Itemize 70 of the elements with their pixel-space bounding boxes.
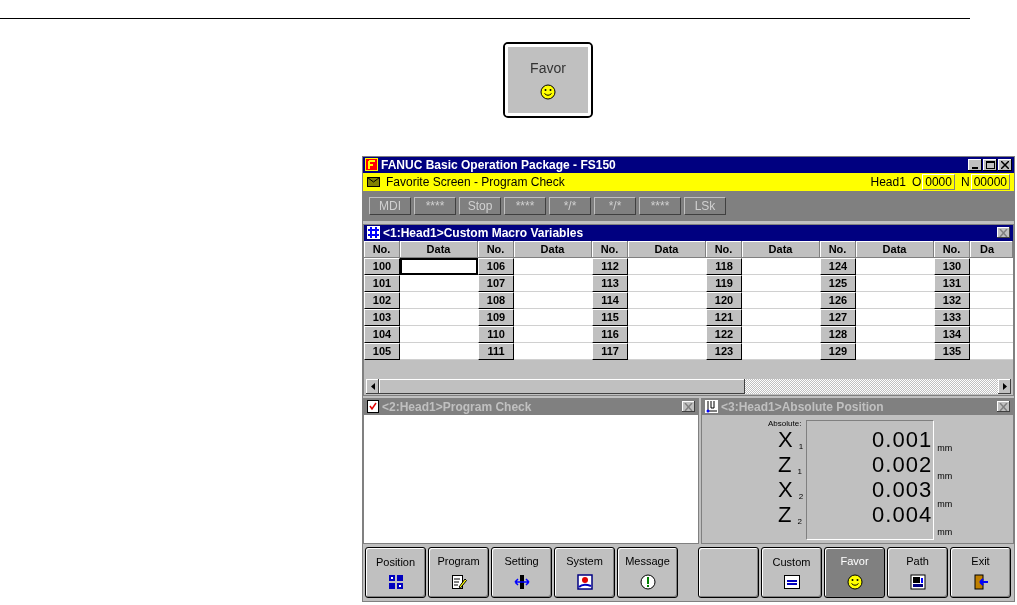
axis-name: Z: [778, 501, 792, 528]
status-indicator: */*: [549, 196, 591, 215]
status-indicator: ****: [639, 196, 681, 215]
close-icon[interactable]: [997, 401, 1010, 413]
axis-name: X: [778, 476, 793, 503]
position-value: 0.004: [871, 501, 934, 527]
computer-icon: [909, 573, 926, 590]
envelope-icon: [367, 176, 380, 187]
soft-key[interactable]: Message: [617, 547, 678, 598]
close-icon[interactable]: [998, 158, 1012, 171]
coordinate-type-label: Absolute:: [768, 418, 802, 428]
checklist-icon: [367, 400, 379, 414]
o-number-field: 0000: [922, 173, 955, 190]
grid-icon: [388, 575, 403, 590]
axis-index: 2: [798, 491, 804, 501]
soft-key[interactable]: System: [554, 547, 615, 598]
axis-name: Z: [778, 451, 792, 478]
n-number-field: 00000: [970, 173, 1010, 190]
panel-title: <3:Head1>Absolute Position: [721, 399, 884, 414]
arrows-icon: [513, 573, 530, 590]
axis-index: 1: [797, 466, 802, 476]
panel-title: <1:Head1>Custom Macro Variables: [383, 225, 584, 240]
screen-title: Favorite Screen - Program Check: [386, 174, 565, 189]
axis-icon: [705, 400, 718, 414]
unit-label: mm: [937, 497, 953, 511]
axis-index: 2: [797, 516, 802, 526]
picture-frame-icon: [576, 573, 593, 590]
unit-label: mm: [937, 441, 953, 455]
axis-index: 1: [798, 441, 804, 451]
unit-label: mm: [937, 525, 953, 539]
soft-key[interactable]: Setting: [491, 547, 552, 598]
status-indicator: ****: [504, 196, 546, 215]
status-indicator: */*: [594, 196, 636, 215]
n-label: N: [960, 174, 970, 189]
status-indicator: ****: [414, 196, 456, 215]
position-value: 0.002: [871, 451, 934, 477]
panel-title: <2:Head1>Program Check: [382, 399, 532, 414]
soft-key[interactable]: Exit: [950, 547, 1011, 598]
soft-key[interactable]: Favor: [824, 547, 885, 598]
soft-key[interactable]: Position: [365, 547, 426, 598]
status-indicator: MDI: [369, 196, 411, 215]
o-label: O: [911, 174, 922, 189]
hash-icon: [367, 226, 380, 240]
soft-key[interactable]: [698, 547, 759, 598]
status-indicator: LSk: [684, 196, 726, 215]
exclamation-icon: [639, 573, 656, 590]
door-exit-icon: [972, 573, 989, 590]
soft-key[interactable]: Path: [887, 547, 948, 598]
close-icon[interactable]: [997, 227, 1010, 239]
document-icon: [783, 575, 800, 590]
smiley-icon: [540, 84, 556, 100]
minimize-icon[interactable]: [968, 158, 982, 171]
window-title: FANUC Basic Operation Package - FS150: [381, 157, 616, 172]
axis-name: X: [778, 426, 793, 453]
maximize-icon[interactable]: [983, 158, 997, 171]
head-label: Head1: [870, 174, 906, 189]
horizontal-scrollbar[interactable]: [366, 378, 1011, 394]
right-arrow-icon[interactable]: [1002, 382, 1007, 390]
position-value: 0.001: [871, 426, 934, 452]
page-pencil-icon: [450, 573, 467, 590]
smiley-icon: [846, 573, 863, 590]
status-indicator: Stop: [459, 196, 501, 215]
app-logo-icon: [365, 158, 378, 172]
position-value: 0.003: [871, 476, 934, 502]
soft-key[interactable]: Program: [428, 547, 489, 598]
unit-label: mm: [937, 469, 953, 483]
close-icon[interactable]: [682, 401, 695, 413]
favor-button[interactable]: Favor: [503, 42, 593, 118]
soft-key[interactable]: Custom: [761, 547, 822, 598]
left-arrow-icon[interactable]: [370, 382, 375, 390]
